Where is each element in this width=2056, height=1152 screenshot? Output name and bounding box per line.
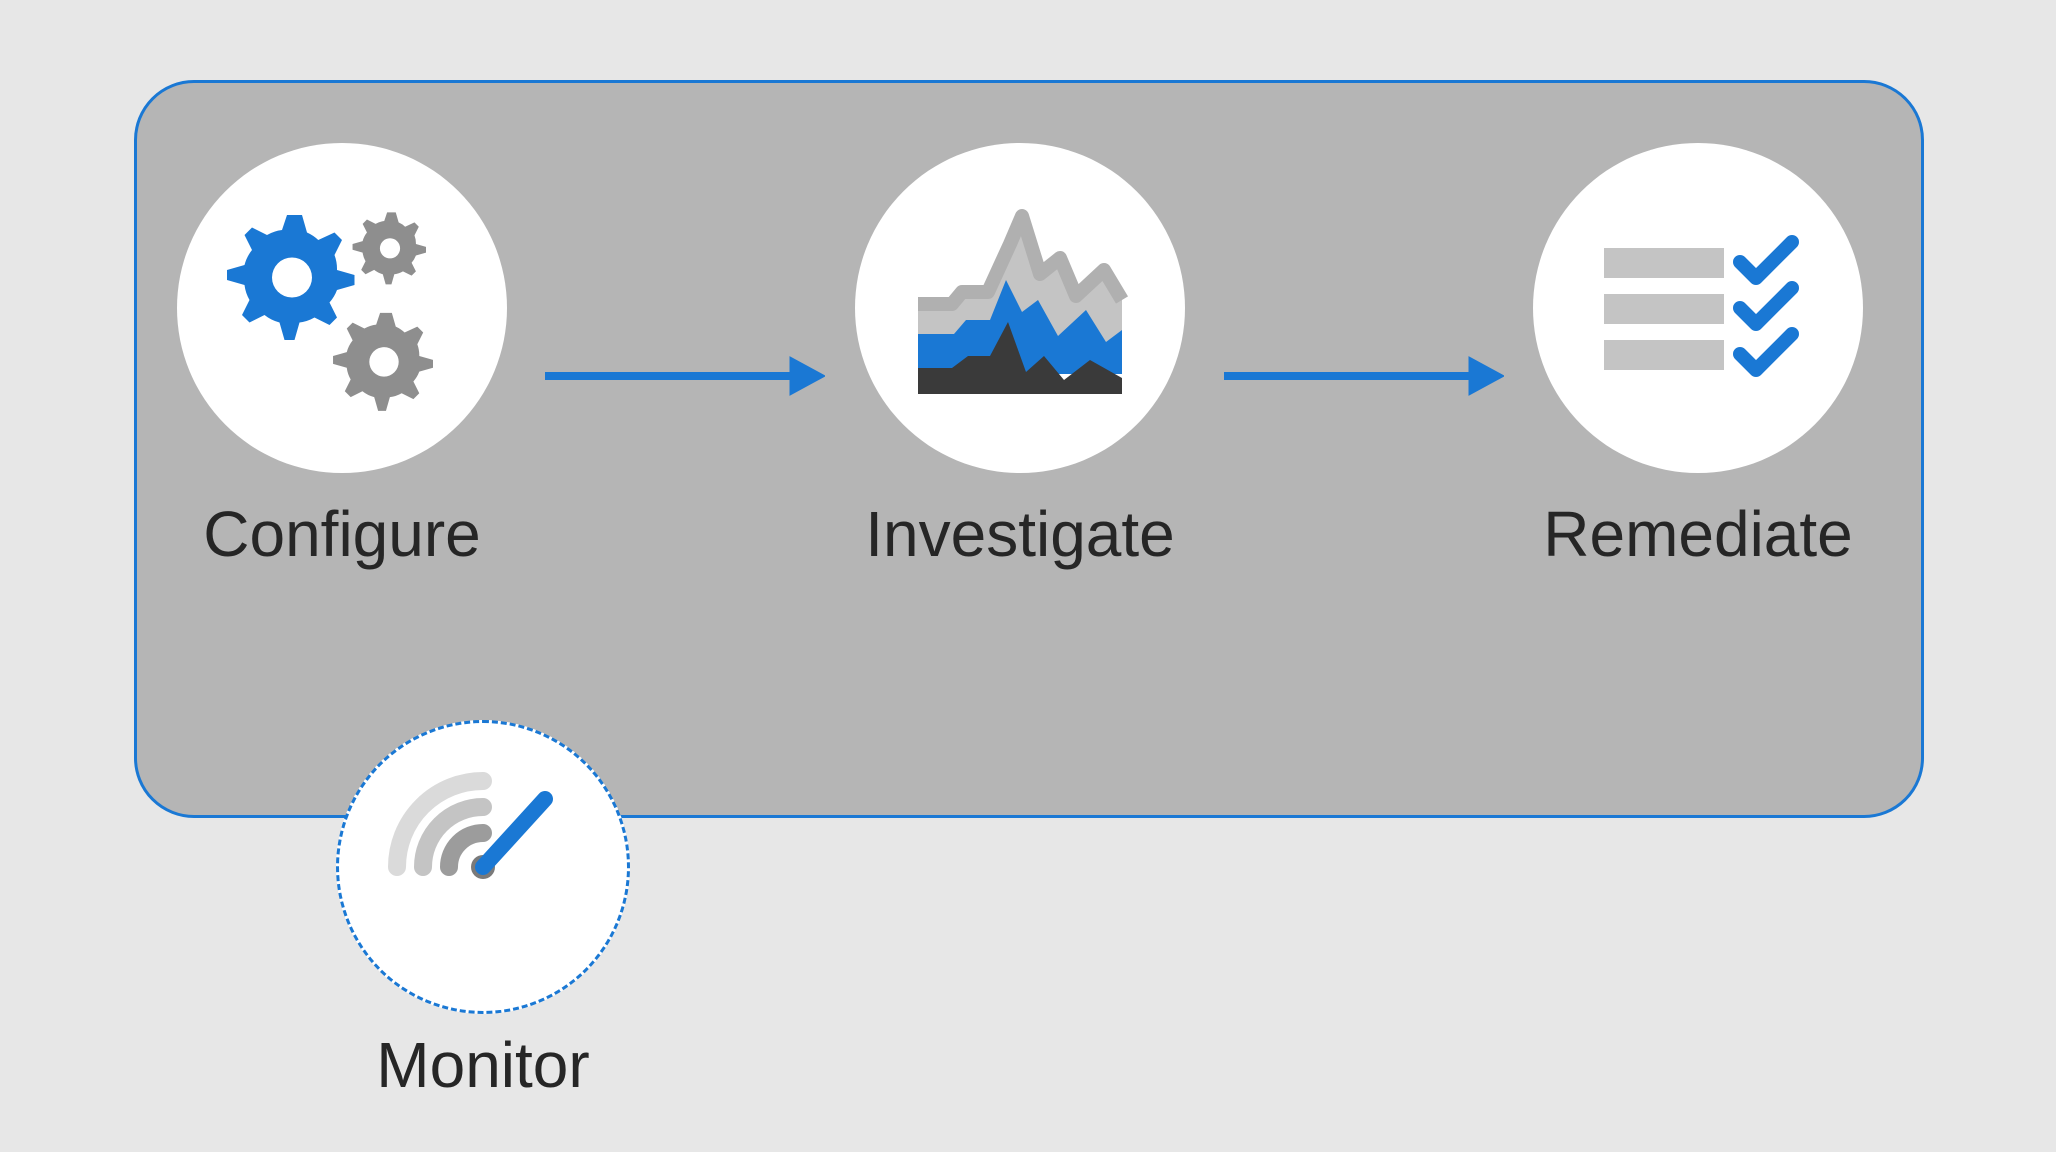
radar-icon (373, 757, 593, 977)
chart-icon (890, 178, 1150, 438)
remediate-circle (1533, 143, 1863, 473)
configure-circle (177, 143, 507, 473)
configure-label: Configure (203, 497, 481, 571)
investigate-label: Investigate (865, 497, 1175, 571)
monitor-label: Monitor (336, 1028, 630, 1102)
investigate-circle (855, 143, 1185, 473)
workflow-container: Configure Investigate (134, 80, 1924, 818)
arrow-investigate-remediate (1224, 351, 1504, 401)
monitor-circle (336, 720, 630, 1014)
gears-icon (212, 178, 472, 438)
remediate-label: Remediate (1543, 497, 1853, 571)
arrow-configure-investigate (545, 351, 825, 401)
step-remediate: Remediate (1533, 143, 1863, 571)
step-investigate: Investigate (855, 143, 1185, 571)
step-configure: Configure (177, 143, 507, 571)
checklist-icon (1568, 178, 1828, 438)
